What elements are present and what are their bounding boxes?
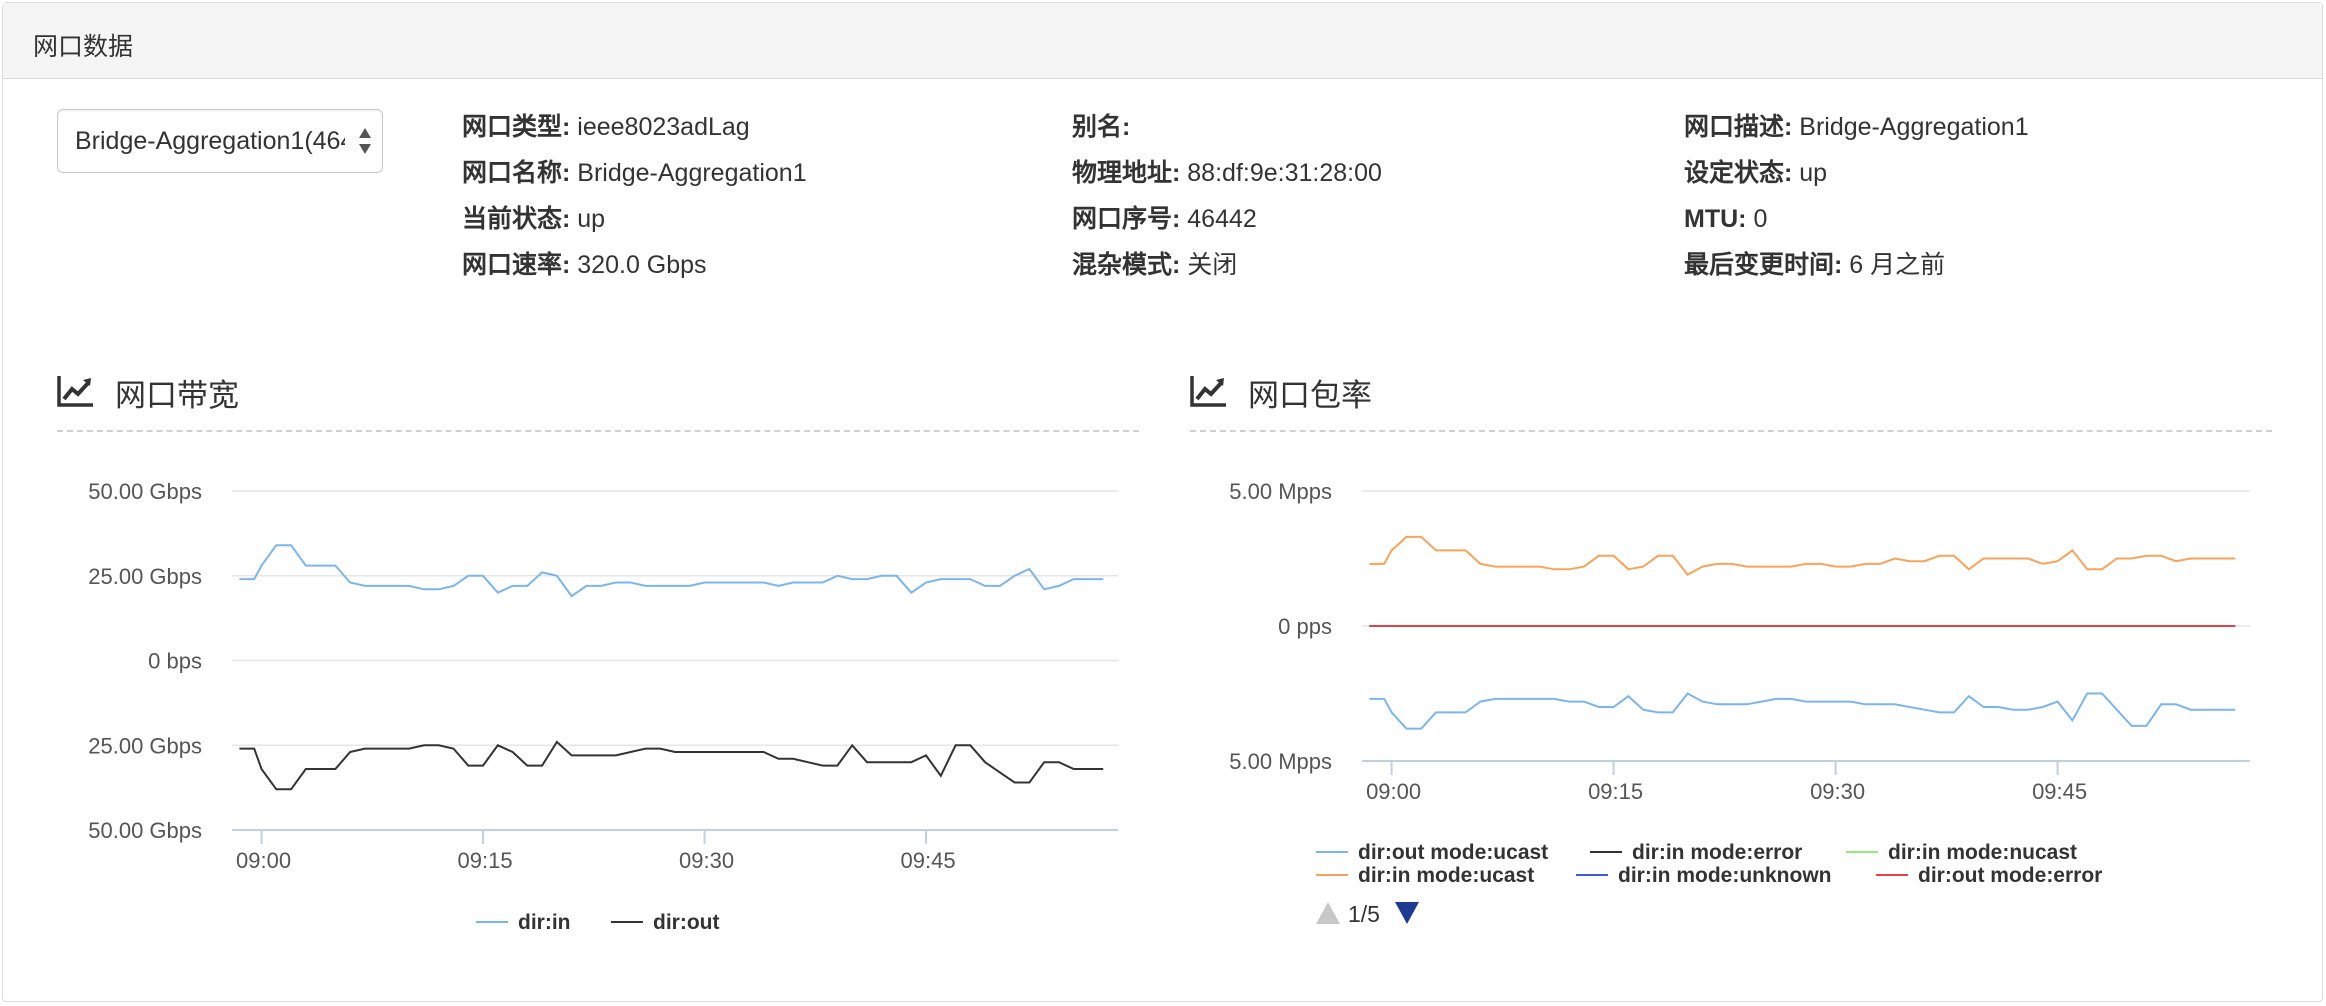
y-tick-label: 0 pps <box>1278 614 1332 639</box>
info-row: 网口序号: 46442 <box>1072 200 1382 246</box>
info-column-3: 网口描述: Bridge-Aggregation1 设定状态: up MTU: … <box>1684 108 2029 292</box>
info-row: 最后变更时间: 6 月之前 <box>1684 246 2029 292</box>
info-label: 混杂模式: <box>1072 251 1181 279</box>
info-label: 别名: <box>1072 113 1131 141</box>
y-tick-label: 0 bps <box>148 649 202 674</box>
info-column-2: 别名: 物理地址: 88:df:9e:31:28:00 网口序号: 46442 … <box>1072 108 1382 292</box>
x-tick-label: 09:00 <box>1366 779 1421 804</box>
divider <box>1190 430 2272 432</box>
legend-pager: 1/5 <box>1316 901 1419 927</box>
legend-item[interactable]: dir:in mode:unknown <box>1576 864 1831 887</box>
y-tick-label: 50.00 Gbps <box>88 818 202 843</box>
y-tick-label: 5.00 Mpps <box>1229 479 1332 504</box>
info-label: MTU: <box>1684 205 1747 233</box>
divider <box>57 430 1139 432</box>
legend-item[interactable]: dir:in <box>476 911 571 934</box>
info-label: 物理地址: <box>1072 159 1181 187</box>
y-tick-label: 25.00 Gbps <box>88 564 202 589</box>
info-value: 46442 <box>1187 205 1257 233</box>
info-label: 设定状态: <box>1684 159 1793 187</box>
info-value: 88:df:9e:31:28:00 <box>1187 159 1382 187</box>
bandwidth-section-header: 网口带宽 <box>57 366 1137 416</box>
info-row: 设定状态: up <box>1684 154 2029 200</box>
y-tick-label: 50.00 Gbps <box>88 479 202 504</box>
legend-item[interactable]: dir:out mode:error <box>1876 864 2102 887</box>
x-tick-label: 09:00 <box>236 848 291 873</box>
info-label: 当前状态: <box>462 205 571 233</box>
line-chart-icon <box>57 376 93 407</box>
legend-page-down-icon[interactable] <box>1395 902 1419 924</box>
panel-heading: 网口数据 <box>3 3 2322 79</box>
x-tick-label: 09:30 <box>1810 779 1865 804</box>
packet-section-title: 网口包率 <box>1248 378 1372 413</box>
interface-select-value: Bridge-Aggregation1(46442) <box>75 127 345 155</box>
legend-label: dir:in mode:ucast <box>1358 864 1534 887</box>
legend-label: dir:in mode:nucast <box>1888 841 2077 864</box>
info-row: MTU: 0 <box>1684 200 2029 246</box>
info-value: 关闭 <box>1187 251 1238 279</box>
series-line-dir-out-mode-ucast[interactable] <box>1369 692 2236 730</box>
legend-page-indicator: 1/5 <box>1348 901 1380 927</box>
packet-rate-chart: 5.00 Mpps 0 pps 5.00 Mpps 09:00 09:15 09:30 09… <box>1229 479 2250 927</box>
info-row: 当前状态: up <box>462 200 807 246</box>
info-row: 物理地址: 88:df:9e:31:28:00 <box>1072 154 1382 200</box>
info-value: up <box>577 205 606 233</box>
x-tick-label: 09:45 <box>901 848 956 873</box>
legend-label: dir:out mode:ucast <box>1358 841 1548 864</box>
info-column-1: 网口类型: ieee8023adLag 网口名称: Bridge-Aggrega… <box>462 108 807 292</box>
info-value: Bridge-Aggregation1 <box>577 159 807 187</box>
series-line-dir-in-mode-ucast[interactable] <box>1369 535 2236 576</box>
x-tick-label: 09:15 <box>458 848 513 873</box>
info-label: 网口序号: <box>1072 205 1181 233</box>
x-tick-label: 09:30 <box>679 848 734 873</box>
legend-item[interactable]: dir:in mode:nucast <box>1846 841 2077 864</box>
series-line-dir-out[interactable] <box>239 740 1104 791</box>
info-value: 320.0 Gbps <box>577 251 707 279</box>
bandwidth-section-title: 网口带宽 <box>115 378 239 413</box>
interface-select[interactable]: Bridge-Aggregation1(46442) <box>57 109 383 173</box>
info-row: 网口描述: Bridge-Aggregation1 <box>1684 108 2029 154</box>
panel-title: 网口数据 <box>33 33 134 61</box>
x-tick-label: 09:15 <box>1588 779 1643 804</box>
packet-section-header: 网口包率 <box>1190 366 2270 416</box>
y-tick-label: 5.00 Mpps <box>1229 749 1332 774</box>
legend-label: dir:in mode:error <box>1632 841 1802 864</box>
select-arrows-icon <box>359 128 371 154</box>
legend-item[interactable]: dir:in mode:ucast <box>1316 864 1534 887</box>
line-chart-icon <box>1190 376 1226 407</box>
x-tick-label: 09:45 <box>2032 779 2087 804</box>
info-label: 网口名称: <box>462 159 571 187</box>
info-row: 混杂模式: 关闭 <box>1072 246 1382 292</box>
info-label: 最后变更时间: <box>1684 251 1843 279</box>
info-value: 0 <box>1753 205 1768 233</box>
y-tick-label: 25.00 Gbps <box>88 733 202 758</box>
info-row: 网口速率: 320.0 Gbps <box>462 246 807 292</box>
info-label: 网口描述: <box>1684 113 1793 141</box>
legend-label: dir:in <box>518 911 571 934</box>
legend-item[interactable]: dir:out <box>611 911 719 934</box>
info-value: up <box>1799 159 1828 187</box>
bandwidth-chart: 50.00 Gbps 25.00 Gbps 0 bps 25.00 Gbps 50.00… <box>88 479 1118 934</box>
info-row: 网口类型: ieee8023adLag <box>462 108 807 154</box>
info-value: 6 月之前 <box>1849 251 1946 279</box>
legend-label: dir:out mode:error <box>1918 864 2102 887</box>
legend-item[interactable]: dir:in mode:error <box>1590 841 1802 864</box>
legend-label: dir:in mode:unknown <box>1618 864 1831 887</box>
series-line-dir-in[interactable] <box>239 544 1104 598</box>
info-label: 网口类型: <box>462 113 571 141</box>
info-value: ieee8023adLag <box>577 113 750 141</box>
legend-item[interactable]: dir:out mode:ucast <box>1316 841 1548 864</box>
info-label: 网口速率: <box>462 251 571 279</box>
legend-page-up-icon[interactable] <box>1316 902 1340 924</box>
info-row: 网口名称: Bridge-Aggregation1 <box>462 154 807 200</box>
legend-label: dir:out <box>653 911 719 934</box>
info-value: Bridge-Aggregation1 <box>1799 113 2029 141</box>
info-row: 别名: <box>1072 108 1382 154</box>
